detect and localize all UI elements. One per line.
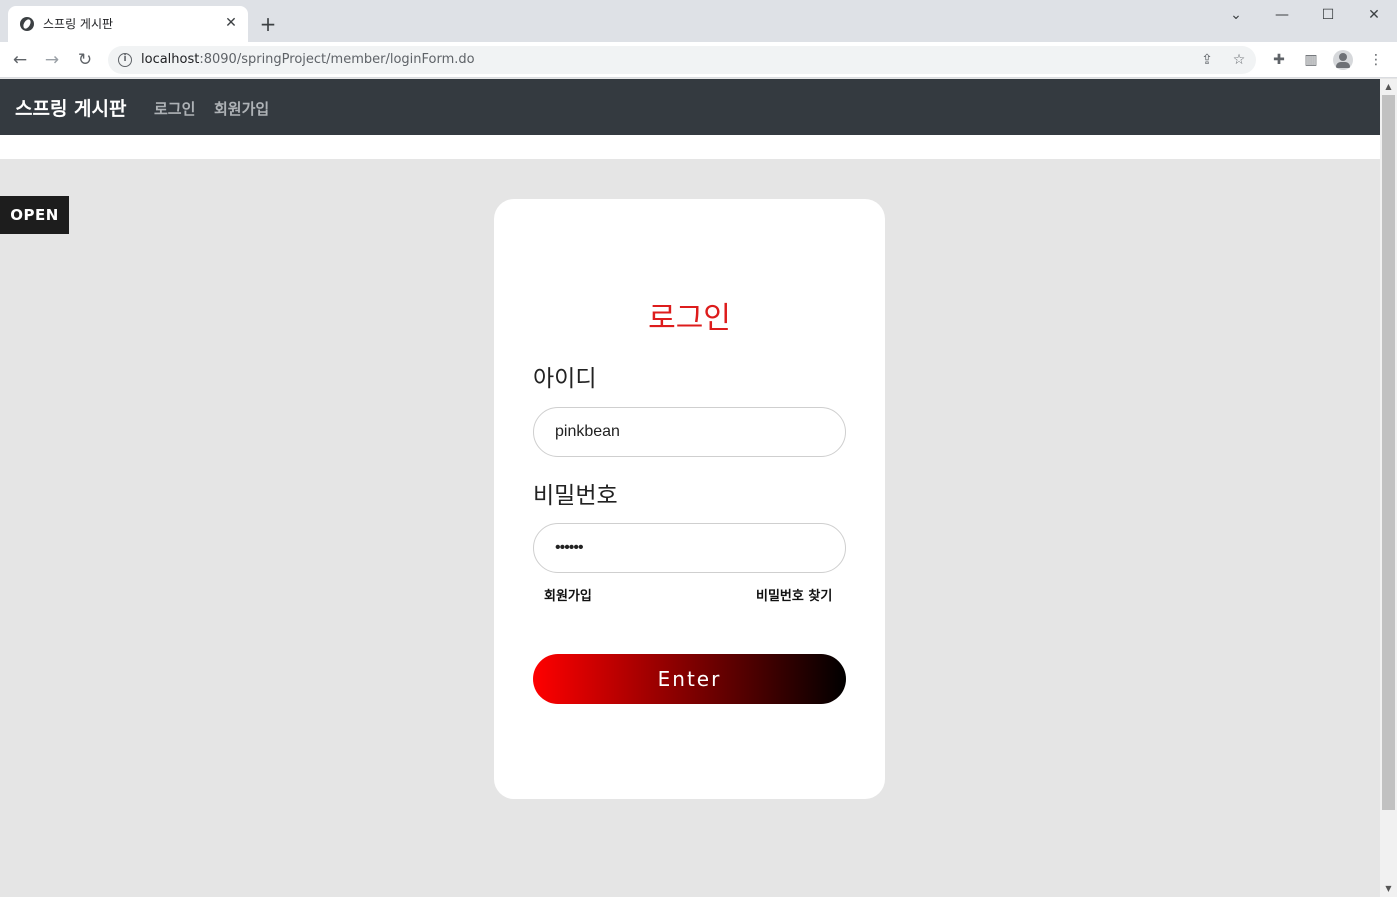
close-tab-icon[interactable]: ✕ (222, 14, 240, 32)
new-tab-button[interactable]: + (256, 12, 280, 36)
url-text[interactable]: localhost:8090/springProject/member/logi… (141, 52, 475, 67)
page-viewport: 스프링 게시판 로그인 회원가입 OPEN 로그인 아이디 비밀번호 회원가입 … (0, 79, 1380, 897)
share-icon[interactable]: ⇪ (1198, 51, 1216, 69)
tab-title: 스프링 게시판 (43, 17, 114, 31)
side-panel-icon[interactable]: ▥ (1301, 50, 1321, 70)
sidebar-open-button[interactable]: OPEN (0, 196, 69, 234)
back-arrow-icon[interactable]: ← (9, 49, 31, 71)
nav-link-signup[interactable]: 회원가입 (214, 98, 269, 119)
find-password-link[interactable]: 비밀번호 찾기 (756, 585, 832, 604)
minimize-button[interactable]: — (1264, 4, 1300, 26)
site-navbar: 스프링 게시판 로그인 회원가입 (0, 79, 1380, 135)
site-info-icon[interactable]: i (118, 53, 132, 67)
browser-tab-strip: 스프링 게시판 ✕ + ⌄ — ☐ ✕ (0, 0, 1397, 42)
scrollbar-thumb[interactable] (1382, 95, 1395, 810)
scroll-down-arrow-icon[interactable]: ▼ (1380, 883, 1397, 895)
password-input[interactable] (533, 523, 846, 573)
enter-button[interactable]: Enter (533, 654, 846, 704)
scroll-up-arrow-icon[interactable]: ▲ (1380, 81, 1397, 93)
maximize-button[interactable]: ☐ (1310, 4, 1346, 26)
extensions-puzzle-icon[interactable]: ✚ (1269, 50, 1289, 70)
browser-toolbar: ← → ↻ i localhost:8090/springProject/mem… (0, 42, 1397, 78)
more-menu-icon[interactable]: ⋮ (1366, 50, 1386, 70)
password-label: 비밀번호 (533, 483, 618, 509)
header-spacer (0, 135, 1380, 159)
address-bar[interactable]: i localhost:8090/springProject/member/lo… (108, 46, 1256, 74)
reload-icon[interactable]: ↻ (74, 49, 96, 71)
tab-search-icon[interactable]: ⌄ (1218, 4, 1254, 26)
profile-avatar-icon[interactable] (1333, 50, 1353, 70)
browser-tab[interactable]: 스프링 게시판 ✕ (8, 6, 248, 42)
globe-icon (20, 17, 34, 31)
vertical-scrollbar[interactable]: ▲ ▼ (1380, 79, 1397, 897)
signup-link[interactable]: 회원가입 (544, 585, 592, 604)
id-input[interactable] (533, 407, 846, 457)
close-window-button[interactable]: ✕ (1356, 4, 1392, 26)
nav-link-login[interactable]: 로그인 (154, 98, 195, 119)
bookmark-star-icon[interactable]: ☆ (1230, 51, 1248, 69)
login-card: 로그인 아이디 비밀번호 회원가입 비밀번호 찾기 Enter (494, 199, 885, 799)
site-brand[interactable]: 스프링 게시판 (15, 94, 127, 121)
login-title: 로그인 (648, 301, 731, 336)
forward-arrow-icon[interactable]: → (41, 49, 63, 71)
id-label: 아이디 (533, 366, 597, 392)
